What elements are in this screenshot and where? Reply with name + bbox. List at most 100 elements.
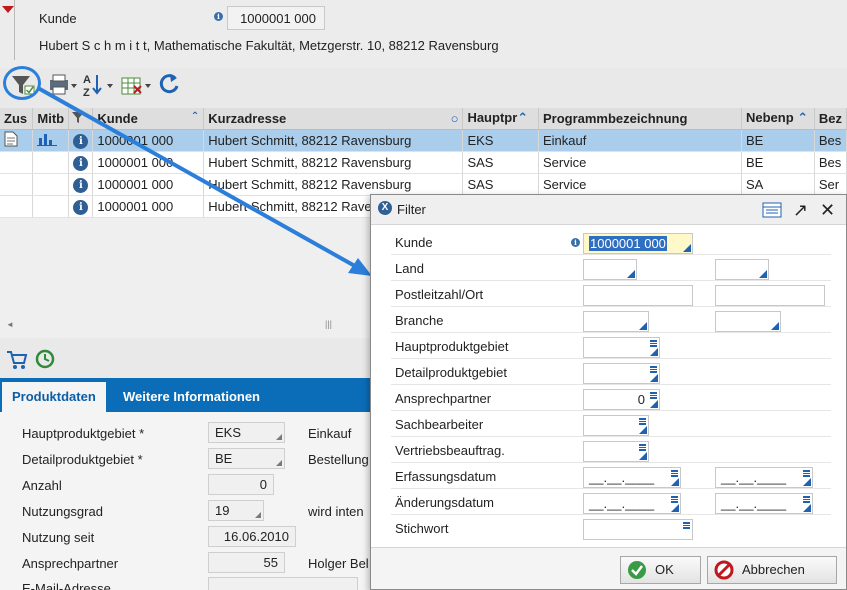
close-icon[interactable]: ✕ [820,199,835,221]
calendar-icon[interactable] [803,496,810,503]
info-icon: i [214,12,223,21]
calendar-icon[interactable] [671,470,678,477]
zus-cell[interactable] [0,173,34,196]
cart-icon[interactable] [6,349,28,371]
list-icon[interactable] [683,522,690,529]
aenderungsdatum-input-from[interactable]: __.__.____ [583,493,681,514]
col-zus[interactable]: Zus [0,108,34,130]
info-cell[interactable]: i [68,151,94,174]
calendar-icon[interactable] [671,496,678,503]
info-cell[interactable]: i [68,129,94,152]
land-label: Land [395,261,424,276]
erfassungsdatum-value-from: __.__.____ [589,470,655,485]
list-icon[interactable] [650,340,657,347]
ok-button[interactable]: OK [620,556,701,584]
list-icon[interactable] [650,366,657,373]
plz-ort-input-to[interactable] [715,285,825,306]
branche-input-to[interactable] [715,311,781,332]
list-icon[interactable] [639,418,646,425]
stichwort-input[interactable] [583,519,693,540]
col-hauptpr[interactable]: Hauptpr⌃ [462,108,539,130]
scrollbar-grip-icon[interactable]: ||| [325,319,332,329]
info-icon[interactable]: i [73,199,89,215]
table-row[interactable]: i 1000001 000 Hubert Schmitt, 88212 Rave… [0,151,847,174]
mitb-cell[interactable] [32,195,70,218]
refresh-icon[interactable] [156,70,182,100]
ok-button-label: OK [655,562,674,577]
info-icon[interactable]: i [73,177,89,193]
col-kurzadresse[interactable]: Kurzadresse ○ [203,108,464,130]
tab-weitere-informationen[interactable]: Weitere Informationen [113,382,270,412]
document-icon[interactable] [4,131,18,147]
table-row[interactable]: i 1000001 000 Hubert Schmitt, 88212 Rave… [0,173,847,196]
col-nebenp[interactable]: Nebenp ⌃ [741,108,815,130]
info-icon[interactable]: i [73,133,89,149]
email-field[interactable] [208,577,358,590]
col-kurzadresse-label: Kurzadresse [208,110,287,126]
col-kunde[interactable]: Kunde ⌃ [92,108,205,130]
col-mitb[interactable]: Mitb [32,108,70,130]
land-input-from[interactable] [583,259,637,280]
ansprechpartner-field[interactable]: 55 [208,552,285,573]
mitb-cell[interactable] [32,151,70,174]
export-excel-icon[interactable] [120,70,154,100]
kunde-input[interactable]: 1000001 000 [583,233,693,254]
collapse-marker-icon[interactable] [2,6,14,13]
zus-cell[interactable] [0,195,34,218]
programm-cell: Service [538,173,742,196]
table-row[interactable]: i 1000001 000 Hubert Schmitt, 88212 Rave… [0,129,847,152]
col-programmbezeichnung[interactable]: Programmbezeichnung [538,108,742,130]
erfassungsdatum-input-from[interactable]: __.__.____ [583,467,681,488]
mitb-cell[interactable] [32,129,70,152]
detailproduktgebiet-field[interactable]: BE [208,448,285,469]
layout-icon[interactable] [761,199,783,221]
col-info-filter[interactable] [68,108,94,130]
sort-desc-icon[interactable]: ⌃ [191,111,199,122]
bar-chart-icon[interactable] [37,132,58,146]
branche-input-from[interactable] [583,311,649,332]
svg-text:Z: Z [83,87,90,99]
list-icon[interactable] [650,392,657,399]
anzahl-field[interactable]: 0 [208,474,274,495]
programm-cell: Service [538,151,742,174]
history-icon[interactable] [34,348,56,370]
dialog-title: Filter [397,202,426,217]
hauptproduktgebiet-field[interactable]: EKS [208,422,285,443]
info-cell[interactable]: i [68,173,94,196]
nutzung-seit-field[interactable]: 16.06.2010 [208,526,296,547]
ansprechpartner-input[interactable]: 0 [583,389,660,410]
dialog-footer: OK Abbrechen [371,547,846,589]
email-label: E-Mail-Adresse [22,581,111,590]
calendar-icon[interactable] [803,470,810,477]
cancel-button[interactable]: Abbrechen [707,556,837,584]
nutzungsgrad-field[interactable]: 19 [208,500,264,521]
dropdown-corner-icon [650,400,658,408]
erfassungsdatum-input-to[interactable]: __.__.____ [715,467,813,488]
list-icon[interactable] [639,444,646,451]
hauptproduktgebiet-input[interactable] [583,337,660,358]
col-bez[interactable]: Bez [814,108,847,130]
expand-icon[interactable]: ↗ [793,199,808,221]
dropdown-corner-icon [276,434,282,440]
print-icon[interactable] [46,70,78,100]
zus-cell[interactable] [0,151,34,174]
info-cell[interactable]: i [68,195,94,218]
tab-produktdaten[interactable]: Produktdaten [2,382,106,412]
vertriebsbeauftrag-input[interactable] [583,441,649,462]
column-filter-icon[interactable] [71,110,85,124]
mitb-cell[interactable] [32,173,70,196]
aenderungsdatum-input-to[interactable]: __.__.____ [715,493,813,514]
zus-cell[interactable] [0,129,34,152]
sachbearbeiter-input[interactable] [583,415,649,436]
land-input-to[interactable] [715,259,769,280]
dropdown-corner-icon [671,504,679,512]
plz-ort-input-from[interactable] [583,285,693,306]
sort-asc-icon[interactable]: ⌃ [517,110,528,125]
info-icon[interactable]: i [73,155,89,171]
column-option-icon[interactable]: ○ [451,111,459,126]
sort-asc-icon[interactable]: ⌃ [794,110,808,125]
sort-icon[interactable]: A Z [82,70,116,100]
detailproduktgebiet-input[interactable] [583,363,660,384]
scroll-left-icon[interactable]: ◄ [6,320,14,329]
bez-cell: Ser [814,173,847,196]
